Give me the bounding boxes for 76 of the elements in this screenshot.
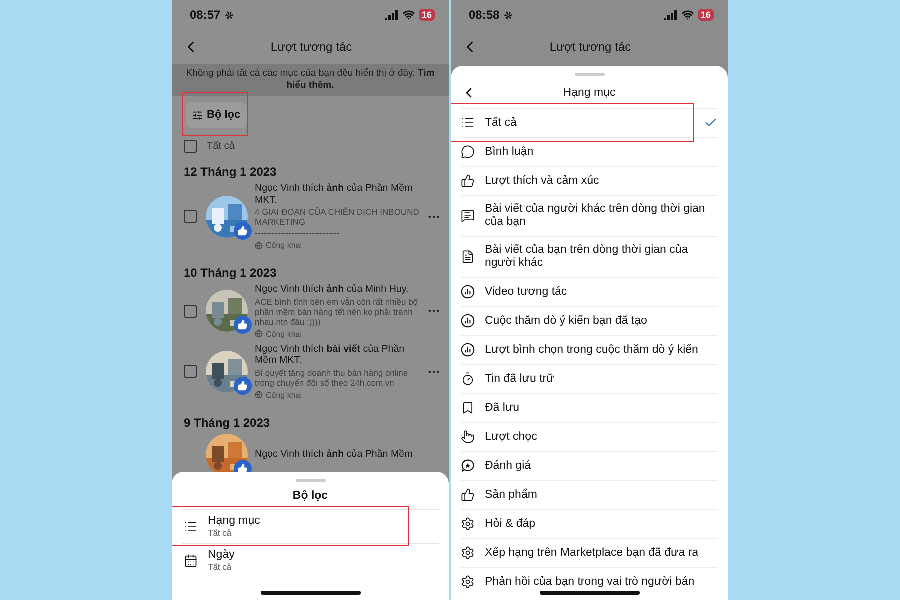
post-excerpt: Bí quyết tăng doanh thu bán hàng online trong chuyển đổi số theo 24h.com.vn xyxy=(255,368,410,388)
screen-title: Lượt tương tác xyxy=(548,40,632,54)
sheet-title: Bộ lọc xyxy=(292,489,330,504)
filter-icon xyxy=(192,110,203,120)
checkbox[interactable] xyxy=(184,140,197,153)
category-option[interactable]: Hỏi & đáp xyxy=(461,509,718,538)
checkbox[interactable] xyxy=(184,210,197,223)
category-option[interactable]: Xếp hạng trên Marketplace bạn đã đưa ra xyxy=(461,538,718,567)
checkbox[interactable] xyxy=(184,365,197,378)
snowflake-icon xyxy=(504,10,513,20)
post-excerpt: 4 GIAI ĐOẠN CỦA CHIẾN DỊCH INBOUND MARKETING xyxy=(255,207,420,227)
message-icon xyxy=(461,209,475,223)
document-icon xyxy=(461,250,475,264)
activity-title: Ngọc Vinh thích ảnh của Minh Huy. xyxy=(255,284,410,296)
chart-circle-icon xyxy=(461,343,475,357)
post-excerpt: ------------------------------ xyxy=(255,228,341,238)
battery-level: 16 xyxy=(698,9,714,21)
calendar-icon xyxy=(184,554,198,568)
star-bubble-icon xyxy=(461,459,475,473)
signal-icon xyxy=(664,10,678,20)
settings-icon xyxy=(461,517,475,531)
status-time: 08:57 xyxy=(190,8,221,22)
activity-title: Ngọc Vinh thích ảnh của Phần Mềm MKT. xyxy=(255,183,414,206)
globe-icon xyxy=(255,242,263,250)
chart-circle-icon xyxy=(461,314,475,328)
settings-icon xyxy=(461,575,475,589)
category-option[interactable]: Đã lưu xyxy=(461,393,718,422)
comment-icon xyxy=(461,145,475,159)
globe-icon xyxy=(255,391,263,399)
checkbox-label: Tất cả xyxy=(207,141,235,152)
status-time: 08:58 xyxy=(469,8,500,22)
timer-icon xyxy=(461,372,475,386)
signal-icon xyxy=(384,10,399,20)
category-option[interactable]: Tin đã lưu trữ xyxy=(461,364,718,393)
pointer-icon xyxy=(461,430,475,444)
like-badge-icon xyxy=(234,316,252,334)
privacy-label: Công khai xyxy=(266,330,302,338)
highlight-frame xyxy=(182,92,248,136)
category-option[interactable]: Cuộc thăm dò ý kiến bạn đã tạo xyxy=(461,306,718,335)
notice-text: Không phải tất cả các mục của bạn đều hiển thị ở đây. Tìm hiểu thêm. xyxy=(186,68,435,91)
privacy-label: Công khai xyxy=(266,390,302,400)
category-option[interactable]: Lượt thích và cảm xúc xyxy=(461,166,718,195)
filter-option[interactable]: Hạng mục Tất cả xyxy=(182,509,439,543)
date-heading: 12 Tháng 1 2023 xyxy=(184,165,278,179)
privacy-label: Công khai xyxy=(266,241,302,250)
like-badge-icon xyxy=(234,376,252,394)
category-option[interactable]: Đánh giá xyxy=(461,451,718,480)
category-option[interactable]: Sản phẩm xyxy=(461,480,718,509)
activity-title: Ngọc Vinh thích bài viết của Phần Mềm MKT. xyxy=(255,344,406,366)
battery-level: 16 xyxy=(418,9,435,21)
date-heading: 9 Tháng 1 2023 xyxy=(184,416,272,430)
category-option[interactable]: Video tương tác xyxy=(461,277,718,306)
category-option[interactable]: Lượt chọc xyxy=(461,422,718,451)
category-option[interactable]: Lượt bình chọn trong cuộc thăm dò ý kiến xyxy=(461,335,718,364)
filter-option[interactable]: Ngày Tất cả xyxy=(182,543,439,577)
snowflake-icon xyxy=(224,10,234,20)
category-option[interactable]: Bình luận xyxy=(461,137,718,166)
category-option[interactable]: Bài viết của người khác trên dòng thời gian của bạn xyxy=(461,195,718,236)
thumbs-up-icon xyxy=(461,488,475,502)
settings-icon xyxy=(461,546,475,560)
post-excerpt: ACE bình tĩnh bên em vẫn còn rất nhiều bộ phần mềm bán hàng tết nên ko phải tranh nhau.ntn đâu :)))) xyxy=(255,296,420,326)
activity-title: Ngọc Vinh thích ảnh của Phần Mềm xyxy=(255,448,414,460)
category-option[interactable]: Bài viết của bạn trên dòng thời gian của người khác xyxy=(461,236,718,277)
globe-icon xyxy=(255,330,263,338)
thumbs-up-icon xyxy=(461,174,475,188)
like-badge-icon xyxy=(234,222,252,240)
chart-circle-icon xyxy=(461,285,475,299)
bookmark-icon xyxy=(461,401,475,415)
filter-button[interactable]: Bộ lọc xyxy=(186,102,247,128)
checkbox[interactable] xyxy=(184,304,197,318)
category-option[interactable]: Tất cả xyxy=(461,108,718,137)
screen-title: Lượt tương tác xyxy=(270,40,354,54)
sheet-title: Hạng mục xyxy=(562,87,617,99)
date-heading: 10 Tháng 1 2023 xyxy=(184,266,278,280)
wifi-icon xyxy=(402,9,415,21)
wifi-icon xyxy=(682,9,694,21)
